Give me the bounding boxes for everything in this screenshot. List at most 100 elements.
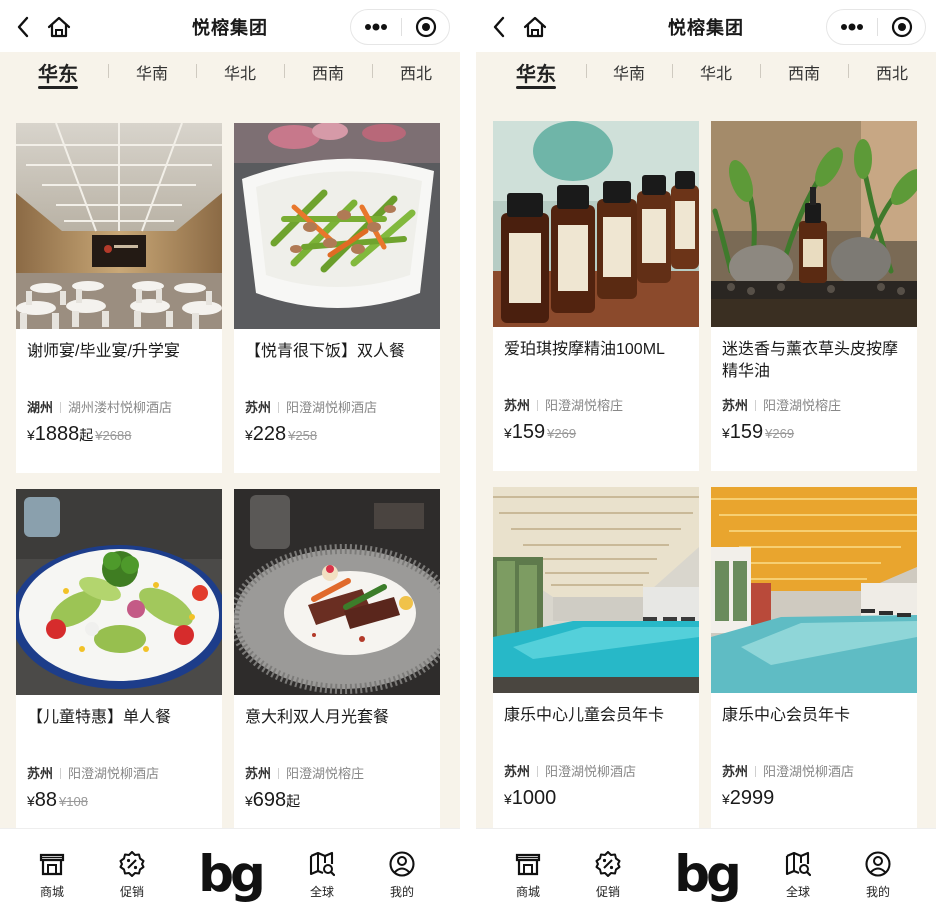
- region-tab-southwest[interactable]: 西南: [293, 52, 363, 92]
- product-location: 苏州 阳澄湖悦榕庄: [504, 395, 623, 414]
- product-hotel: 阳澄湖悦柳酒店: [68, 766, 160, 781]
- product-price: ¥1000: [504, 787, 558, 810]
- product-card[interactable]: 【儿童特惠】单人餐 苏州 阳澄湖悦柳酒店 ¥88 ¥108: [16, 489, 222, 839]
- product-price: ¥698起: [245, 789, 302, 812]
- tab-mine[interactable]: 我的: [848, 851, 908, 905]
- product-city: 苏州: [245, 766, 272, 781]
- original-price: ¥269: [547, 426, 577, 441]
- currency-symbol: ¥: [245, 793, 253, 809]
- location-divider: [755, 400, 757, 411]
- location-divider: [60, 402, 62, 413]
- home-icon[interactable]: [44, 12, 74, 42]
- active-tab-underline: [516, 86, 556, 89]
- map-search-icon: [309, 851, 335, 877]
- location-divider: [755, 766, 757, 777]
- storefront-icon: [515, 853, 541, 876]
- product-hotel: 阳澄湖悦榕庄: [763, 398, 842, 413]
- product-price: ¥1888起 ¥2688: [27, 423, 131, 446]
- product-image-steak-plate: [234, 489, 440, 695]
- product-card[interactable]: 【悦青很下饭】双人餐 苏州 阳澄湖悦柳酒店 ¥228 ¥258: [234, 123, 440, 473]
- user-profile-icon: [865, 851, 891, 877]
- currency-symbol: ¥: [504, 425, 512, 441]
- product-hotel: 阳澄湖悦柳酒店: [286, 400, 378, 415]
- tab-shop[interactable]: 商城: [498, 851, 558, 905]
- more-options-icon[interactable]: [827, 10, 877, 44]
- product-name: 【儿童特惠】单人餐: [27, 709, 172, 726]
- currency-symbol: ¥: [27, 427, 35, 443]
- product-name: 谢师宴/毕业宴/升学宴: [27, 343, 180, 360]
- screen-right: 悦榕集团 华东 华南 华北 西南 西北 爱珀琪按摩精油100ML 苏州 阳澄湖悦…: [476, 0, 936, 915]
- product-card[interactable]: 迷迭香与薰衣草头皮按摩精华油 苏州 阳澄湖悦榕庄 ¥159 ¥269: [711, 121, 917, 471]
- product-name: 意大利双人月光套餐: [245, 709, 390, 726]
- product-price: ¥228 ¥258: [245, 423, 317, 446]
- tab-label-promo: 促销: [595, 885, 620, 899]
- product-city: 苏州: [722, 764, 749, 779]
- product-hotel: 阳澄湖悦榕庄: [286, 766, 365, 781]
- region-tab-northwest[interactable]: 西北: [381, 52, 451, 92]
- tab-global[interactable]: 全球: [768, 851, 828, 905]
- tab-separator: [372, 64, 373, 78]
- more-options-icon[interactable]: [351, 10, 401, 44]
- mini-program-capsule: [350, 9, 450, 45]
- region-tab-north[interactable]: 华北: [681, 52, 751, 92]
- product-city: 苏州: [722, 398, 749, 413]
- home-icon[interactable]: [520, 12, 550, 42]
- tab-label-global: 全球: [785, 885, 810, 899]
- product-hotel: 湖州溇村悦柳酒店: [68, 400, 173, 415]
- product-location: 苏州 阳澄湖悦柳酒店: [722, 761, 854, 780]
- product-city: 苏州: [27, 766, 54, 781]
- price-suffix: 起: [79, 427, 94, 443]
- region-tab-northwest[interactable]: 西北: [857, 52, 927, 92]
- currency-symbol: ¥: [245, 427, 253, 443]
- tab-separator: [196, 64, 197, 78]
- tab-label-shop: 商城: [515, 885, 540, 899]
- product-card[interactable]: 意大利双人月光套餐 苏州 阳澄湖悦榕庄 ¥698起: [234, 489, 440, 839]
- screen-left: 悦榕集团 华东 华南 华北 西南 西北 谢师宴/毕业宴/升学宴 湖州 湖州溇村悦…: [0, 0, 460, 915]
- original-price: ¥258: [288, 428, 318, 443]
- product-name: 康乐中心儿童会员年卡: [504, 707, 665, 724]
- region-tab-south[interactable]: 华南: [117, 52, 187, 92]
- region-tab-southwest[interactable]: 西南: [769, 52, 839, 92]
- tab-mine[interactable]: 我的: [372, 851, 432, 905]
- brand-logo[interactable]: bg: [674, 847, 742, 901]
- product-card[interactable]: 爱珀琪按摩精油100ML 苏州 阳澄湖悦榕庄 ¥159 ¥269: [493, 121, 699, 471]
- close-mini-program-icon[interactable]: [878, 10, 926, 44]
- product-price: ¥159 ¥269: [722, 421, 794, 444]
- tab-promo[interactable]: 促销: [102, 851, 162, 905]
- tab-separator: [586, 64, 587, 78]
- location-divider: [537, 400, 539, 411]
- currency-symbol: ¥: [504, 791, 512, 807]
- mini-program-capsule: [826, 9, 926, 45]
- brand-logo[interactable]: bg: [198, 847, 266, 901]
- region-tab-north[interactable]: 华北: [205, 52, 275, 92]
- currency-symbol: ¥: [27, 793, 35, 809]
- tab-label-mine: 我的: [389, 885, 414, 899]
- product-hotel: 阳澄湖悦柳酒店: [763, 764, 855, 779]
- price-amount: 159: [729, 421, 764, 443]
- product-image-stir-fry-dish: [234, 123, 440, 329]
- product-image-indoor-pool: [493, 487, 699, 693]
- back-icon[interactable]: [488, 14, 510, 40]
- tab-label-global: 全球: [309, 885, 334, 899]
- location-divider: [537, 766, 539, 777]
- product-card[interactable]: 康乐中心会员年卡 苏州 阳澄湖悦柳酒店 ¥2999: [711, 487, 917, 837]
- bottom-tab-bar: 商城 促销 bg 全球 我的: [476, 828, 936, 915]
- product-location: 湖州 湖州溇村悦柳酒店: [27, 397, 172, 416]
- tab-promo[interactable]: 促销: [578, 851, 638, 905]
- product-image-oil-bottles: [493, 121, 699, 327]
- tab-separator: [108, 64, 109, 78]
- back-icon[interactable]: [12, 14, 34, 40]
- tab-label-shop: 商城: [39, 885, 64, 899]
- product-card[interactable]: 谢师宴/毕业宴/升学宴 湖州 湖州溇村悦柳酒店 ¥1888起 ¥2688: [16, 123, 222, 473]
- original-price: ¥2688: [95, 428, 132, 443]
- product-image-indoor-pool-warm: [711, 487, 917, 693]
- region-tab-south[interactable]: 华南: [594, 52, 664, 92]
- product-card[interactable]: 康乐中心儿童会员年卡 苏州 阳澄湖悦柳酒店 ¥1000: [493, 487, 699, 837]
- product-name: 【悦青很下饭】双人餐: [245, 343, 406, 360]
- tab-global[interactable]: 全球: [292, 851, 352, 905]
- tab-shop[interactable]: 商城: [22, 851, 82, 905]
- tab-label-mine: 我的: [865, 885, 890, 899]
- tab-separator: [760, 64, 761, 78]
- close-mini-program-icon[interactable]: [402, 10, 450, 44]
- discount-badge-icon: [119, 851, 145, 877]
